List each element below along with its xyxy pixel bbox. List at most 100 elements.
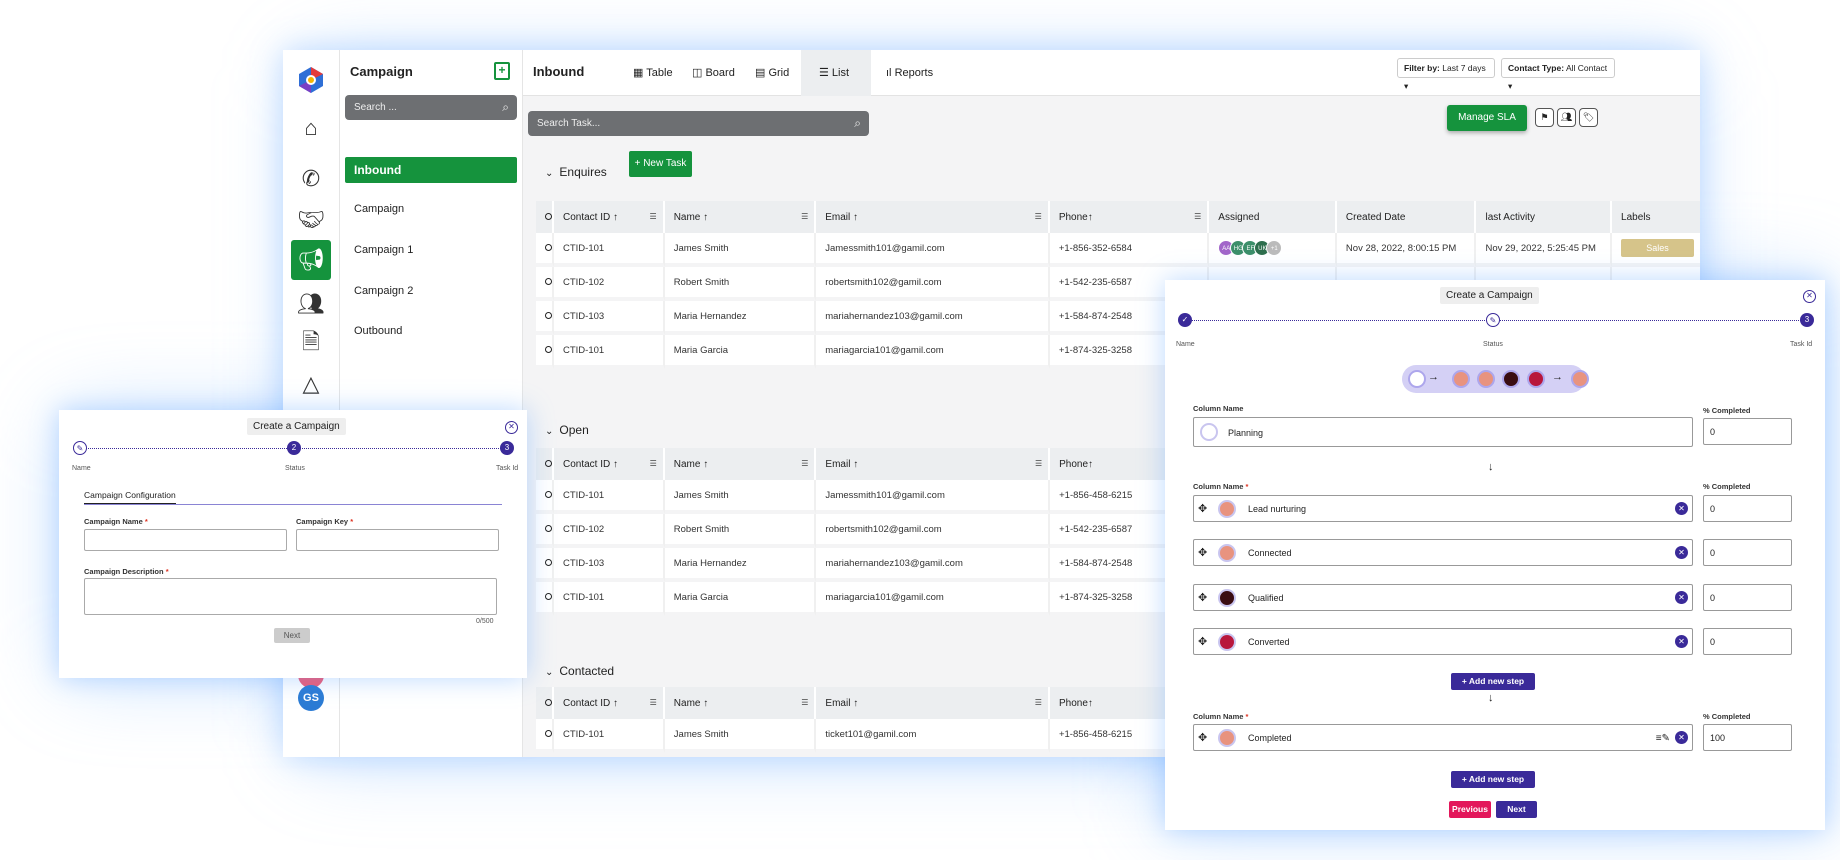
color-dot[interactable] <box>1218 589 1236 607</box>
filter-icon[interactable]: ☰ <box>1194 212 1201 221</box>
row-radio[interactable] <box>536 719 554 753</box>
step-row[interactable]: ✥ Qualified ✕ <box>1193 584 1693 611</box>
close-icon[interactable]: ✕ <box>505 421 518 434</box>
megaphone-icon[interactable]: 📢︎ <box>291 240 331 280</box>
filter-icon[interactable]: ☰ <box>650 698 657 707</box>
col-labels[interactable]: Labels <box>1612 201 1700 233</box>
team-icon[interactable]: 👥︎ <box>291 284 331 324</box>
close-icon[interactable]: ✕ <box>1803 290 1816 303</box>
col-name[interactable]: Name ↑ ☰ <box>664 687 817 719</box>
row-radio[interactable] <box>536 582 554 616</box>
row-radio[interactable] <box>536 514 554 548</box>
check-icon[interactable]: ✓ <box>1178 313 1192 327</box>
add-file-icon[interactable]: + <box>494 62 510 80</box>
remove-icon[interactable]: ✕ <box>1675 502 1688 515</box>
row-radio[interactable] <box>536 480 554 514</box>
col-email[interactable]: Email ↑ ☰ <box>816 687 1050 719</box>
step-row[interactable]: ✥ Connected ✕ <box>1193 539 1693 566</box>
row-radio[interactable] <box>536 233 554 267</box>
filter-by-dropdown[interactable]: Filter by: Last 7 days ▾ <box>1397 58 1495 91</box>
tab-grid[interactable]: ▤ Grid <box>747 50 797 96</box>
col-phone[interactable]: Phone↑☰ <box>1049 201 1210 233</box>
remove-icon[interactable]: ✕ <box>1675 546 1688 559</box>
step-row[interactable]: ✥ Converted ✕ <box>1193 628 1693 655</box>
drag-handle-icon[interactable]: ✥ <box>1198 629 1207 656</box>
edit-list-icon[interactable]: ≡✎ <box>1656 725 1670 752</box>
contact-type-dropdown[interactable]: Contact Type: All Contact ▾ <box>1501 58 1615 91</box>
col-last-activity[interactable]: last Activity <box>1476 201 1613 233</box>
color-dot[interactable] <box>1218 729 1236 747</box>
filter-icon[interactable]: ☰ <box>650 459 657 468</box>
row-radio[interactable] <box>536 267 554 301</box>
drag-handle-icon[interactable]: ✥ <box>1198 725 1207 752</box>
home-icon[interactable]: ⌂ <box>291 108 331 148</box>
edit-icon[interactable]: ✎ <box>73 441 87 455</box>
campaign-name-field[interactable] <box>84 529 287 551</box>
col-created-date[interactable]: Created Date <box>1336 201 1477 233</box>
sidebar-item-campaign[interactable]: Campaign <box>345 196 517 222</box>
tab-table[interactable]: ▦ Table <box>625 50 681 96</box>
last-column-field[interactable]: ✥ Completed ≡✎ ✕ <box>1193 724 1693 751</box>
section-header-open[interactable]: ⌄ Open <box>545 423 589 437</box>
filter-icon[interactable]: ☰ <box>801 459 808 468</box>
next-button[interactable]: Next <box>1496 801 1537 818</box>
col-email[interactable]: Email ↑ ☰ <box>816 201 1050 233</box>
row-radio[interactable] <box>536 301 554 335</box>
new-task-button[interactable]: + New Task <box>629 151 692 177</box>
drag-handle-icon[interactable]: ✥ <box>1198 585 1207 612</box>
color-dot[interactable] <box>1200 423 1218 441</box>
sidebar-item-inbound[interactable]: Inbound <box>345 157 517 183</box>
pct-field[interactable]: 0 <box>1703 584 1792 611</box>
tab-board[interactable]: ◫ Board <box>684 50 743 96</box>
tab-reports[interactable]: ıl Reports <box>878 50 941 96</box>
col-email[interactable]: Email ↑ ☰ <box>816 448 1051 480</box>
campaign-key-field[interactable] <box>296 529 499 551</box>
manage-sla-button[interactable]: Manage SLA <box>1447 105 1527 131</box>
users-icon[interactable]: 👥︎ <box>1557 108 1576 127</box>
edit-icon[interactable]: ✎ <box>1486 313 1500 327</box>
tag-icon[interactable]: 🏷︎ <box>1579 108 1598 127</box>
campaign-description-field[interactable] <box>84 578 497 615</box>
add-step-button[interactable]: + Add new step <box>1451 673 1535 690</box>
drag-handle-icon[interactable]: ✥ <box>1198 540 1207 567</box>
select-all-radio[interactable] <box>536 687 554 719</box>
step-3[interactable]: 3 <box>1800 313 1814 327</box>
filter-icon[interactable]: ☰ <box>650 212 657 221</box>
filter-icon[interactable]: ☰ <box>1035 459 1042 468</box>
select-all-radio[interactable] <box>536 201 554 233</box>
remove-icon[interactable]: ✕ <box>1675 591 1688 604</box>
section-header-enquires[interactable]: ⌄ Enquires <box>545 165 607 179</box>
section-header-contacted[interactable]: ⌄ Contacted <box>545 664 614 678</box>
sidebar-item-outbound[interactable]: Outbound <box>345 318 517 344</box>
sidebar-item-campaign-1[interactable]: Campaign 1 <box>345 237 517 263</box>
drag-handle-icon[interactable]: ✥ <box>1198 496 1207 523</box>
color-dot[interactable] <box>1218 544 1236 562</box>
color-dot[interactable] <box>1218 500 1236 518</box>
row-radio[interactable] <box>536 335 554 369</box>
remove-icon[interactable]: ✕ <box>1675 731 1688 744</box>
sidebar-search-input[interactable]: Search ... ⌕ <box>345 95 517 120</box>
add-step-button[interactable]: + Add new step <box>1451 771 1535 788</box>
col-contact-id[interactable]: Contact ID ↑ ☰ <box>554 687 665 719</box>
handshake-icon[interactable]: 🤝︎ <box>291 200 331 240</box>
select-all-radio[interactable] <box>536 448 554 480</box>
filter-icon[interactable]: ☰ <box>1035 212 1042 221</box>
sidebar-item-campaign-2[interactable]: Campaign 2 <box>345 278 517 304</box>
cell-assigned[interactable]: AA HG EF UK +1 <box>1209 233 1337 267</box>
pct-field[interactable]: 0 <box>1703 418 1792 445</box>
col-name[interactable]: Name ↑ ☰ <box>664 201 817 233</box>
pct-field[interactable]: 100 <box>1703 724 1792 751</box>
first-column-field[interactable]: Planning <box>1193 417 1693 447</box>
document-icon[interactable]: 🗎 <box>291 324 331 364</box>
flag-icon[interactable]: ⚑ <box>1535 108 1554 127</box>
filter-icon[interactable]: ☰ <box>801 212 808 221</box>
step-row[interactable]: ✥ Lead nurturing ✕ <box>1193 495 1693 522</box>
pct-field[interactable]: 0 <box>1703 539 1792 566</box>
col-assigned[interactable]: Assigned <box>1209 201 1337 233</box>
filter-icon[interactable]: ☰ <box>1035 698 1042 707</box>
tab-list[interactable]: ☰ List <box>801 50 871 96</box>
pct-field[interactable]: 0 <box>1703 495 1792 522</box>
drive-icon[interactable]: △ <box>291 364 331 404</box>
tab-campaign-configuration[interactable]: Campaign Configuration <box>84 490 176 505</box>
color-dot[interactable] <box>1218 633 1236 651</box>
